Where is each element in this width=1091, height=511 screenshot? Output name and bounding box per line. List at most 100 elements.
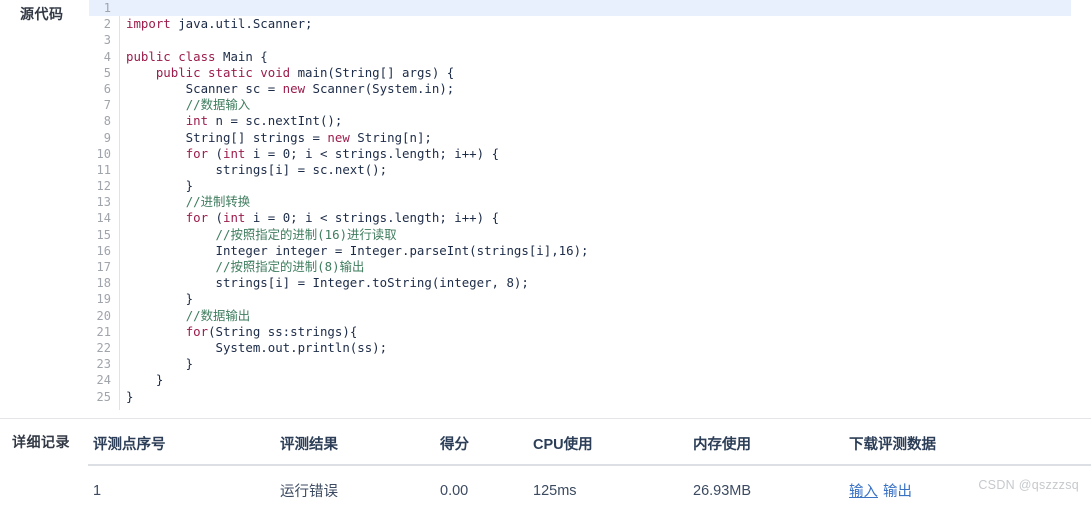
code-token: new xyxy=(327,129,350,145)
line-number: 16 xyxy=(96,243,111,258)
table-header-row: 评测点序号 评测结果 得分 CPU使用 内存使用 下载评测数据 xyxy=(88,419,1091,466)
line-number: 3 xyxy=(103,33,111,48)
code-token: //数据输出 xyxy=(185,307,251,323)
code-line-text: strings[i] = sc.next(); xyxy=(115,161,388,178)
code-line-text: String[] strings = new String[n]; xyxy=(115,130,432,146)
code-token: import xyxy=(126,16,171,32)
code-token: i = 0; i < strings.length; i++) { xyxy=(245,210,500,226)
code-line-text: //进制转换 xyxy=(115,194,250,210)
code-line: 7 //数据输入 xyxy=(89,97,1091,113)
code-line-text: //按照指定的进制(8)输出 xyxy=(115,259,365,275)
code-token: strings[i] = sc.next(); xyxy=(126,161,388,177)
code-token: ( xyxy=(208,145,223,161)
line-number: 17 xyxy=(96,260,111,274)
code-line: 2 import java.util.Scanner; xyxy=(89,16,1091,32)
code-line-text: public static void main(String[] args) { xyxy=(115,65,454,81)
cell-index: 1 xyxy=(93,482,102,499)
code-token: for xyxy=(185,145,209,161)
code-token: public class xyxy=(126,48,216,64)
cell-score: 0.00 xyxy=(440,482,469,499)
code-line-text: } xyxy=(115,291,193,307)
line-number: 9 xyxy=(103,130,111,145)
line-number: 19 xyxy=(96,292,111,307)
code-line: 17 //按照指定的进制(8)输出 xyxy=(89,259,1091,275)
code-token: Scanner sc = xyxy=(126,80,283,96)
code-token: } xyxy=(126,356,194,372)
column-header-score: 得分 xyxy=(435,419,528,466)
code-token: Integer integer = Integer.parseInt(strin… xyxy=(126,242,589,258)
code-line: 1 xyxy=(89,0,1071,17)
code-line-text: for (int i = 0; i < strings.length; i++)… xyxy=(115,210,499,226)
code-token: for xyxy=(185,210,209,226)
code-line: 6 Scanner sc = new Scanner(System.in); xyxy=(89,81,1091,97)
code-token: Scanner(System.in); xyxy=(305,80,455,96)
code-token: } xyxy=(126,372,164,388)
code-editor[interactable]: 1 2 import java.util.Scanner; 3 4 public clas… xyxy=(89,0,1091,418)
code-line: 24 } xyxy=(89,372,1091,388)
line-number: 8 xyxy=(103,114,111,129)
code-line-text: //数据输入 xyxy=(115,97,250,113)
table-body: 1 运行错误 0.00 125ms 26.93MB 输入 输出 xyxy=(88,465,1091,511)
code-line-text: } xyxy=(115,389,133,405)
code-token: //进制转换 xyxy=(185,194,251,210)
code-token: } xyxy=(126,388,134,404)
column-header-result: 评测结果 xyxy=(275,419,435,466)
code-line-text: //数据输出 xyxy=(115,308,250,324)
code-token: main(String[] args) { xyxy=(290,64,455,80)
code-line-text: import java.util.Scanner; xyxy=(115,16,313,32)
cell-cpu: 125ms xyxy=(533,482,577,499)
line-number: 11 xyxy=(96,162,111,177)
table-row: 1 运行错误 0.00 125ms 26.93MB 输入 输出 xyxy=(88,465,1091,511)
line-number: 15 xyxy=(96,227,111,242)
code-line-text: //按照指定的进制(16)进行读取 xyxy=(115,227,397,243)
line-number: 25 xyxy=(96,389,111,404)
code-token: strings[i] = Integer.toString(integer, 8… xyxy=(126,275,529,291)
detail-record-label: 详细记录 xyxy=(12,434,70,450)
column-header-download: 下载评测数据 xyxy=(844,419,1091,466)
code-line: 22 System.out.println(ss); xyxy=(89,340,1091,356)
code-token: System.out.println(ss); xyxy=(126,339,388,355)
source-code-label: 源代码 xyxy=(20,6,64,22)
code-token: int xyxy=(223,210,246,226)
code-line-text: public class Main { xyxy=(115,49,268,65)
line-number: 24 xyxy=(96,373,111,388)
code-line: 15 //按照指定的进制(16)进行读取 xyxy=(89,227,1091,243)
line-number: 18 xyxy=(96,276,111,291)
code-line: 9 String[] strings = new String[n]; xyxy=(89,130,1091,146)
code-line-text: Scanner sc = new Scanner(System.in); xyxy=(115,80,455,97)
code-line-text: int n = sc.nextInt(); xyxy=(115,113,343,129)
code-token: String[n]; xyxy=(349,129,432,145)
download-output-link[interactable]: 输出 xyxy=(883,484,912,500)
line-number: 1 xyxy=(103,1,111,15)
code-line-text: strings[i] = Integer.toString(integer, 8… xyxy=(115,275,529,291)
code-line: 19 } xyxy=(89,291,1091,307)
code-token: (String ss:strings){ xyxy=(208,323,358,339)
line-number: 2 xyxy=(103,17,111,32)
line-number: 7 xyxy=(103,98,111,113)
download-input-link[interactable]: 输入 xyxy=(849,484,878,500)
code-line-text: for (int i = 0; i < strings.length; i++)… xyxy=(115,146,499,162)
code-line: 11 strings[i] = sc.next(); xyxy=(89,162,1091,178)
code-token: new xyxy=(282,80,306,96)
code-line: 14 for (int i = 0; i < strings.length; i… xyxy=(89,210,1091,226)
source-code-section: 源代码 1 2 import java.util.Scanner; 3 4 public … xyxy=(0,0,1091,418)
code-line: 5 public static void main(String[] args)… xyxy=(89,65,1091,81)
code-token: int xyxy=(185,113,209,129)
code-token: for xyxy=(185,323,209,339)
code-line: 16 Integer integer = Integer.parseInt(st… xyxy=(89,243,1091,259)
line-number: 4 xyxy=(103,49,111,64)
line-number: 12 xyxy=(96,179,111,194)
code-line: 13 //进制转换 xyxy=(89,194,1091,210)
line-number: 21 xyxy=(96,324,111,339)
column-header-memory: 内存使用 xyxy=(688,419,844,466)
line-number: 20 xyxy=(96,308,111,323)
code-line-text: Integer integer = Integer.parseInt(strin… xyxy=(115,243,589,259)
code-line: 25} xyxy=(89,389,1091,405)
cell-memory: 26.93MB xyxy=(693,482,752,499)
line-number: 6 xyxy=(103,81,111,96)
